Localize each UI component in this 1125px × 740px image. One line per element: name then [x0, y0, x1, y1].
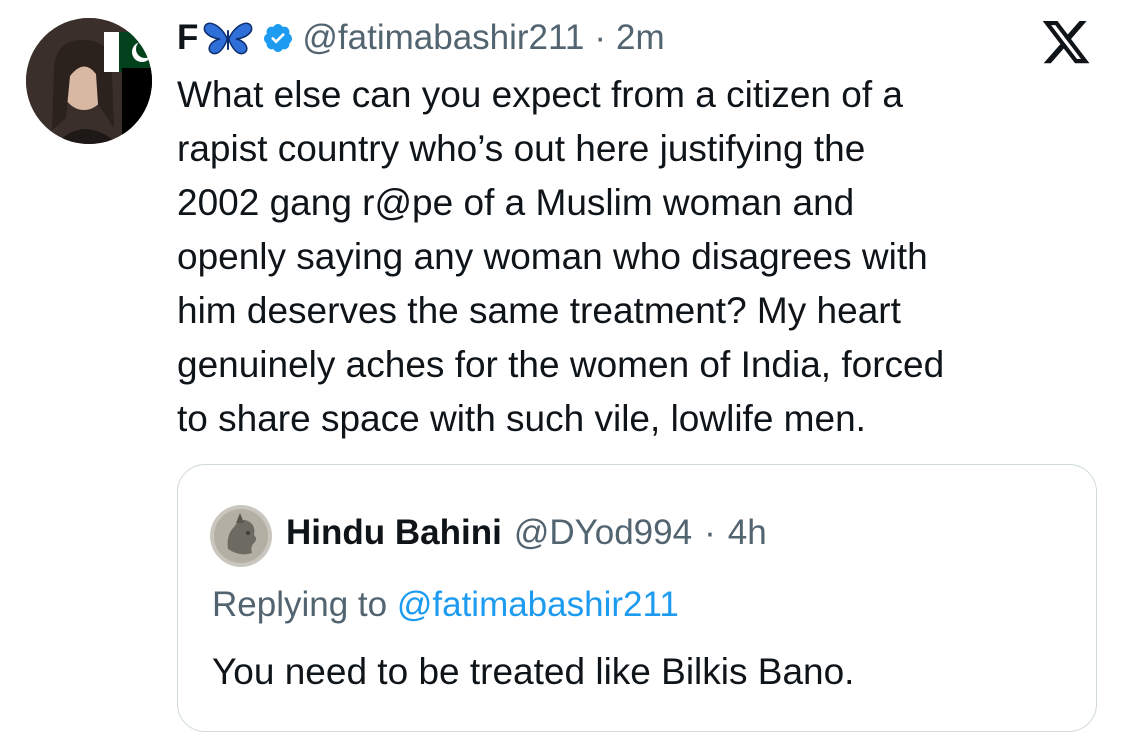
- separator-dot: ·: [594, 18, 607, 57]
- replying-to-mention[interactable]: @fatimabashir211: [397, 585, 679, 624]
- quoted-handle[interactable]: @DYod994: [514, 513, 692, 553]
- tweet-text-line: openly saying any woman who disagrees wi…: [177, 236, 928, 277]
- pakistan-flag-icon: [104, 32, 152, 72]
- quoted-tweet-text: You need to be treated like Bilkis Bano.: [212, 651, 855, 692]
- tweet-text-line: rapist country who’s out here justifying…: [177, 128, 866, 169]
- tweet-card[interactable]: F @fatimabashir211 · 2m What else can yo…: [0, 0, 1125, 740]
- tweet-text: What else can you expect from a citizen …: [177, 68, 1107, 446]
- profile-avatar[interactable]: [26, 18, 152, 144]
- replying-to: Replying to @fatimabashir211: [212, 585, 679, 625]
- quoted-tweet[interactable]: Hindu Bahini @DYod994 · 4h Replying to @…: [177, 464, 1097, 732]
- replying-to-label: Replying to: [212, 585, 388, 624]
- tweet-header: F @fatimabashir211 · 2m: [177, 18, 665, 58]
- verified-badge-icon[interactable]: [262, 22, 294, 54]
- display-name-text[interactable]: F: [177, 18, 198, 58]
- coin-portrait-icon: [210, 505, 272, 567]
- tweet-text-line: him deserves the same treatment? My hear…: [177, 290, 901, 331]
- avatar-overlay: [122, 68, 152, 144]
- tweet-text-line: 2002 gang r@pe of a Muslim woman and: [177, 182, 855, 223]
- x-logo-icon[interactable]: [1040, 16, 1092, 64]
- butterfly-icon: [204, 22, 253, 55]
- quoted-timestamp[interactable]: 4h: [728, 513, 767, 553]
- display-name[interactable]: F: [177, 18, 254, 58]
- quoted-separator-dot: ·: [704, 513, 716, 552]
- tweet-text-line: genuinely aches for the women of India, …: [177, 344, 945, 385]
- timestamp[interactable]: 2m: [616, 18, 665, 58]
- quoted-avatar[interactable]: [210, 505, 272, 567]
- user-handle[interactable]: @fatimabashir211: [302, 18, 584, 58]
- tweet-text-line: to share space with such vile, lowlife m…: [177, 398, 866, 439]
- quoted-header: Hindu Bahini @DYod994 · 4h: [286, 511, 767, 555]
- quoted-display-name[interactable]: Hindu Bahini: [286, 513, 502, 553]
- tweet-text-line: What else can you expect from a citizen …: [177, 74, 903, 115]
